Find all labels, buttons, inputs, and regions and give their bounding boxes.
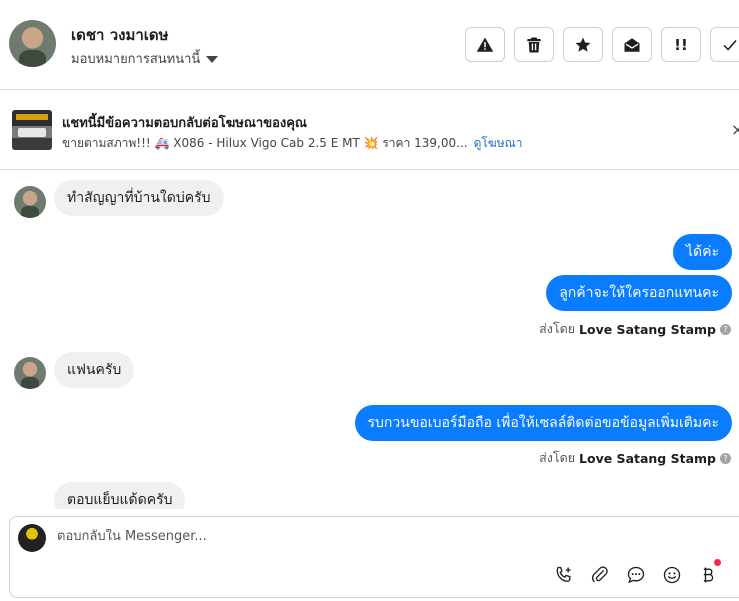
delete-button[interactable]	[514, 27, 554, 62]
chat-bubble-icon-glyph	[627, 566, 644, 583]
ad-banner-title: แชทนี้มีข้อความตอบกลับต่อโฆษณาของคุณ	[62, 116, 307, 131]
chat-bubble-icon[interactable]	[624, 563, 647, 586]
reply-composer	[9, 516, 739, 598]
caret-down-icon	[206, 55, 219, 63]
report-button[interactable]	[465, 27, 505, 62]
info-icon[interactable]: ?	[720, 323, 731, 335]
star-button[interactable]	[563, 27, 603, 62]
contact-avatar-small	[14, 186, 46, 218]
phone-add-icon-glyph	[556, 566, 571, 582]
warning-icon	[476, 37, 494, 52]
assign-label: มอบหมายการสนทนานี้	[71, 52, 201, 67]
sent-by-prefix: ส่งโดย	[539, 321, 576, 336]
view-ad-link[interactable]: ดูโฆษณา	[474, 134, 523, 153]
incoming-message[interactable]: ทำสัญญาที่บ้านใดบ่ครับ	[54, 180, 224, 216]
notification-dot	[714, 559, 721, 566]
check-icon	[723, 39, 737, 51]
sent-by-label: ส่งโดย Love Satang Stamp ?	[539, 319, 731, 339]
mark-unread-button[interactable]	[612, 27, 652, 62]
phone-add-icon[interactable]	[552, 563, 575, 586]
baht-icon[interactable]	[696, 559, 721, 586]
ad-description-row: ขายตามสภาพ!!! 🚑 X086 - Hilux Vigo Cab 2.…	[62, 134, 523, 153]
emoji-icon-glyph	[663, 566, 680, 583]
contact-name[interactable]: เดชา วงมาเดษ	[71, 23, 169, 47]
close-icon[interactable]: ×	[731, 120, 739, 139]
reply-input[interactable]	[57, 529, 657, 544]
sender-name: Love Satang Stamp	[579, 321, 716, 337]
emoji-icon[interactable]	[660, 563, 683, 586]
sent-by-label: ส่งโดย Love Satang Stamp ?	[539, 448, 731, 468]
paperclip-icon[interactable]	[588, 563, 611, 586]
trash-icon	[527, 37, 541, 52]
outgoing-message[interactable]: ได้ค่ะ	[672, 234, 732, 270]
message-thread[interactable]: ทำสัญญาที่บ้านใดบ่ครับ ได้ค่ะ ลูกค้าจะให…	[0, 171, 739, 509]
conversation-header: เดชา วงมาเดษ มอบหมายการสนทนานี้ !!	[0, 0, 739, 90]
outgoing-message[interactable]: รบกวนขอเบอร์มือถือ เพื่อให้เซลล์ติดต่อขอ…	[354, 405, 732, 441]
page-avatar	[18, 524, 46, 552]
done-button[interactable]	[710, 27, 739, 62]
incoming-message[interactable]: ตอบแย็บแด้ดครับ	[54, 482, 186, 509]
incoming-message[interactable]: แฟนครับ	[54, 352, 135, 388]
outgoing-message[interactable]: ลูกค้าจะให้ใครออกแทนคะ	[546, 275, 732, 311]
ad-thumbnail[interactable]	[12, 110, 52, 150]
sent-by-prefix: ส่งโดย	[539, 450, 576, 465]
star-icon	[575, 37, 591, 52]
contact-avatar[interactable]	[9, 20, 56, 67]
composer-actions	[552, 559, 721, 586]
priority-button[interactable]: !!	[661, 27, 701, 62]
ad-description: ขายตามสภาพ!!! 🚑 X086 - Hilux Vigo Cab 2.…	[62, 136, 468, 150]
envelope-open-icon	[624, 37, 640, 52]
info-icon[interactable]: ?	[720, 452, 731, 464]
sender-name: Love Satang Stamp	[579, 450, 716, 466]
exclamation-icon: !!	[674, 35, 688, 54]
contact-avatar-small	[14, 357, 46, 389]
conversation-toolbar: !!	[465, 27, 739, 62]
assign-conversation-dropdown[interactable]: มอบหมายการสนทนานี้	[71, 48, 219, 69]
paperclip-icon-glyph	[591, 565, 608, 582]
baht-icon-glyph	[703, 567, 713, 582]
